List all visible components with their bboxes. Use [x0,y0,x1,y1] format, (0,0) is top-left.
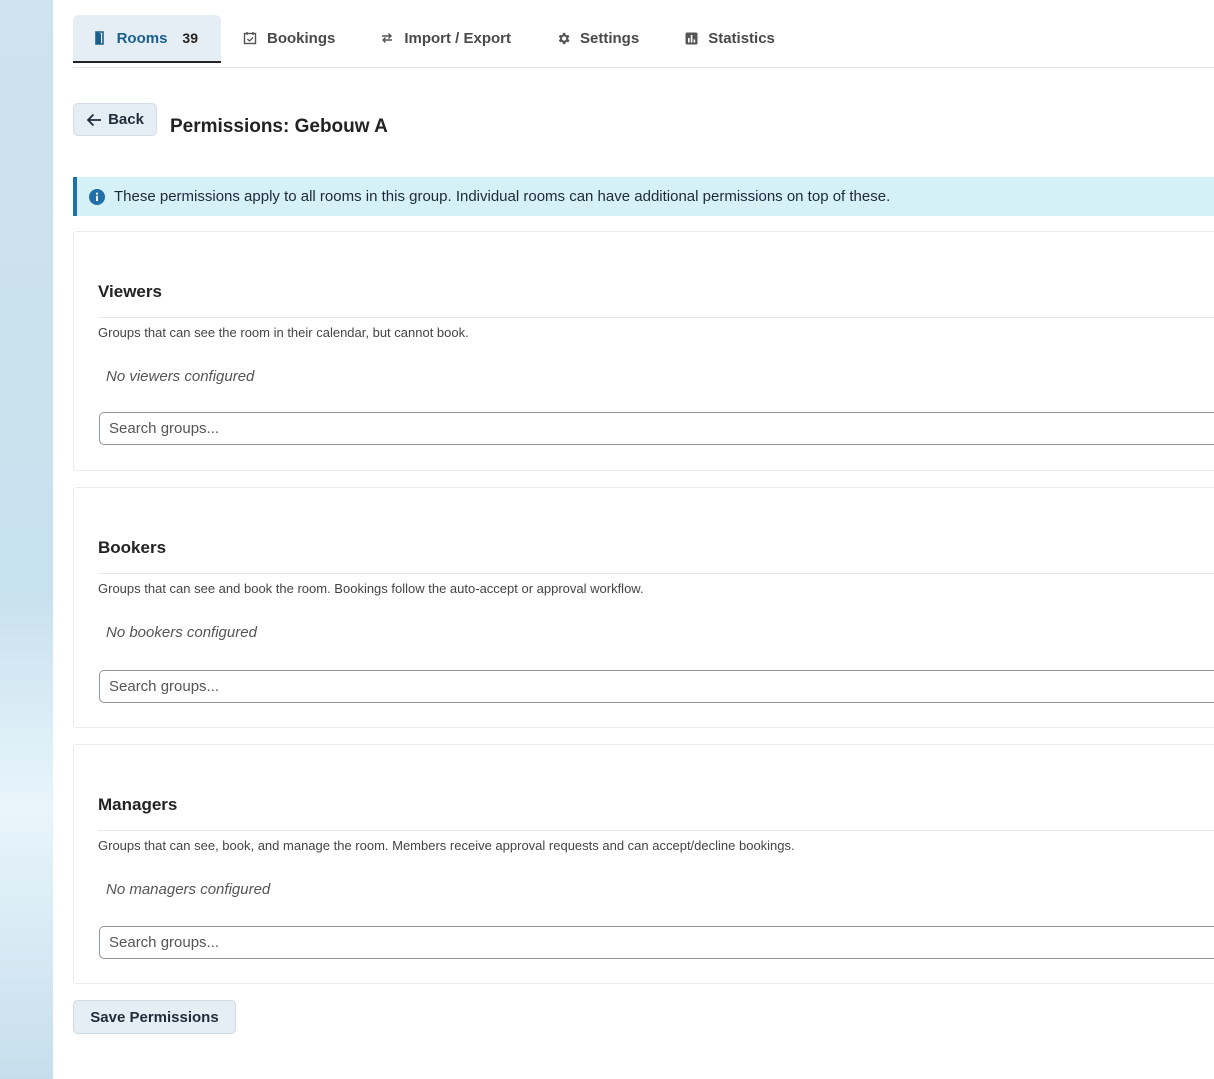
tab-rooms-label: Rooms [116,29,168,47]
divider [98,830,1214,831]
viewers-section: Viewers Groups that can see the room in … [73,231,1214,471]
empty-state: No managers configured [106,881,271,898]
tab-rooms[interactable]: Rooms 39 [73,15,221,63]
main-content: Rooms 39 Bookings Import / Export Settin… [53,0,1214,1079]
tab-import-export-label: Import / Export [404,29,512,47]
gear-icon [555,30,571,46]
section-title: Viewers [98,282,162,301]
section-description: Groups that can see and book the room. B… [98,581,644,596]
back-button[interactable]: Back [73,103,157,136]
info-icon [89,188,105,205]
tab-bookings[interactable]: Bookings [221,15,358,61]
divider [98,317,1214,318]
divider [98,573,1214,574]
left-background-strip [0,0,53,1079]
back-button-label: Back [108,111,144,128]
bar-chart-icon [683,30,699,46]
rooms-count-badge: 39 [182,30,198,46]
section-title: Bookers [98,538,167,557]
section-description: Groups that can see the room in their ca… [98,325,469,340]
tab-statistics[interactable]: Statistics [662,15,798,61]
bookers-search-input[interactable] [99,670,1214,703]
viewers-search-input[interactable] [99,412,1214,445]
info-text: These permissions apply to all rooms in … [114,188,891,205]
calendar-check-icon [242,30,258,46]
door-icon [94,30,108,46]
page-title: Permissions: Gebouw A [170,116,388,137]
section-description: Groups that can see, book, and manage th… [98,838,795,853]
empty-state: No viewers configured [106,368,255,385]
tab-settings[interactable]: Settings [534,15,662,61]
arrow-left-icon [86,113,102,127]
empty-state: No bookers configured [106,624,257,641]
bookers-section: Bookers Groups that can see and book the… [73,487,1214,728]
tab-bar: Rooms 39 Bookings Import / Export Settin… [73,15,1214,68]
managers-search-input[interactable] [99,926,1214,959]
section-title: Managers [98,795,178,814]
managers-section: Managers Groups that can see, book, and … [73,744,1214,984]
tab-settings-label: Settings [580,29,640,47]
arrows-swap-icon [379,30,395,46]
info-banner: These permissions apply to all rooms in … [73,177,1214,216]
tab-import-export[interactable]: Import / Export [358,15,534,61]
tab-bookings-label: Bookings [267,29,336,47]
save-permissions-button[interactable]: Save Permissions [73,1000,236,1034]
tab-statistics-label: Statistics [708,29,775,47]
